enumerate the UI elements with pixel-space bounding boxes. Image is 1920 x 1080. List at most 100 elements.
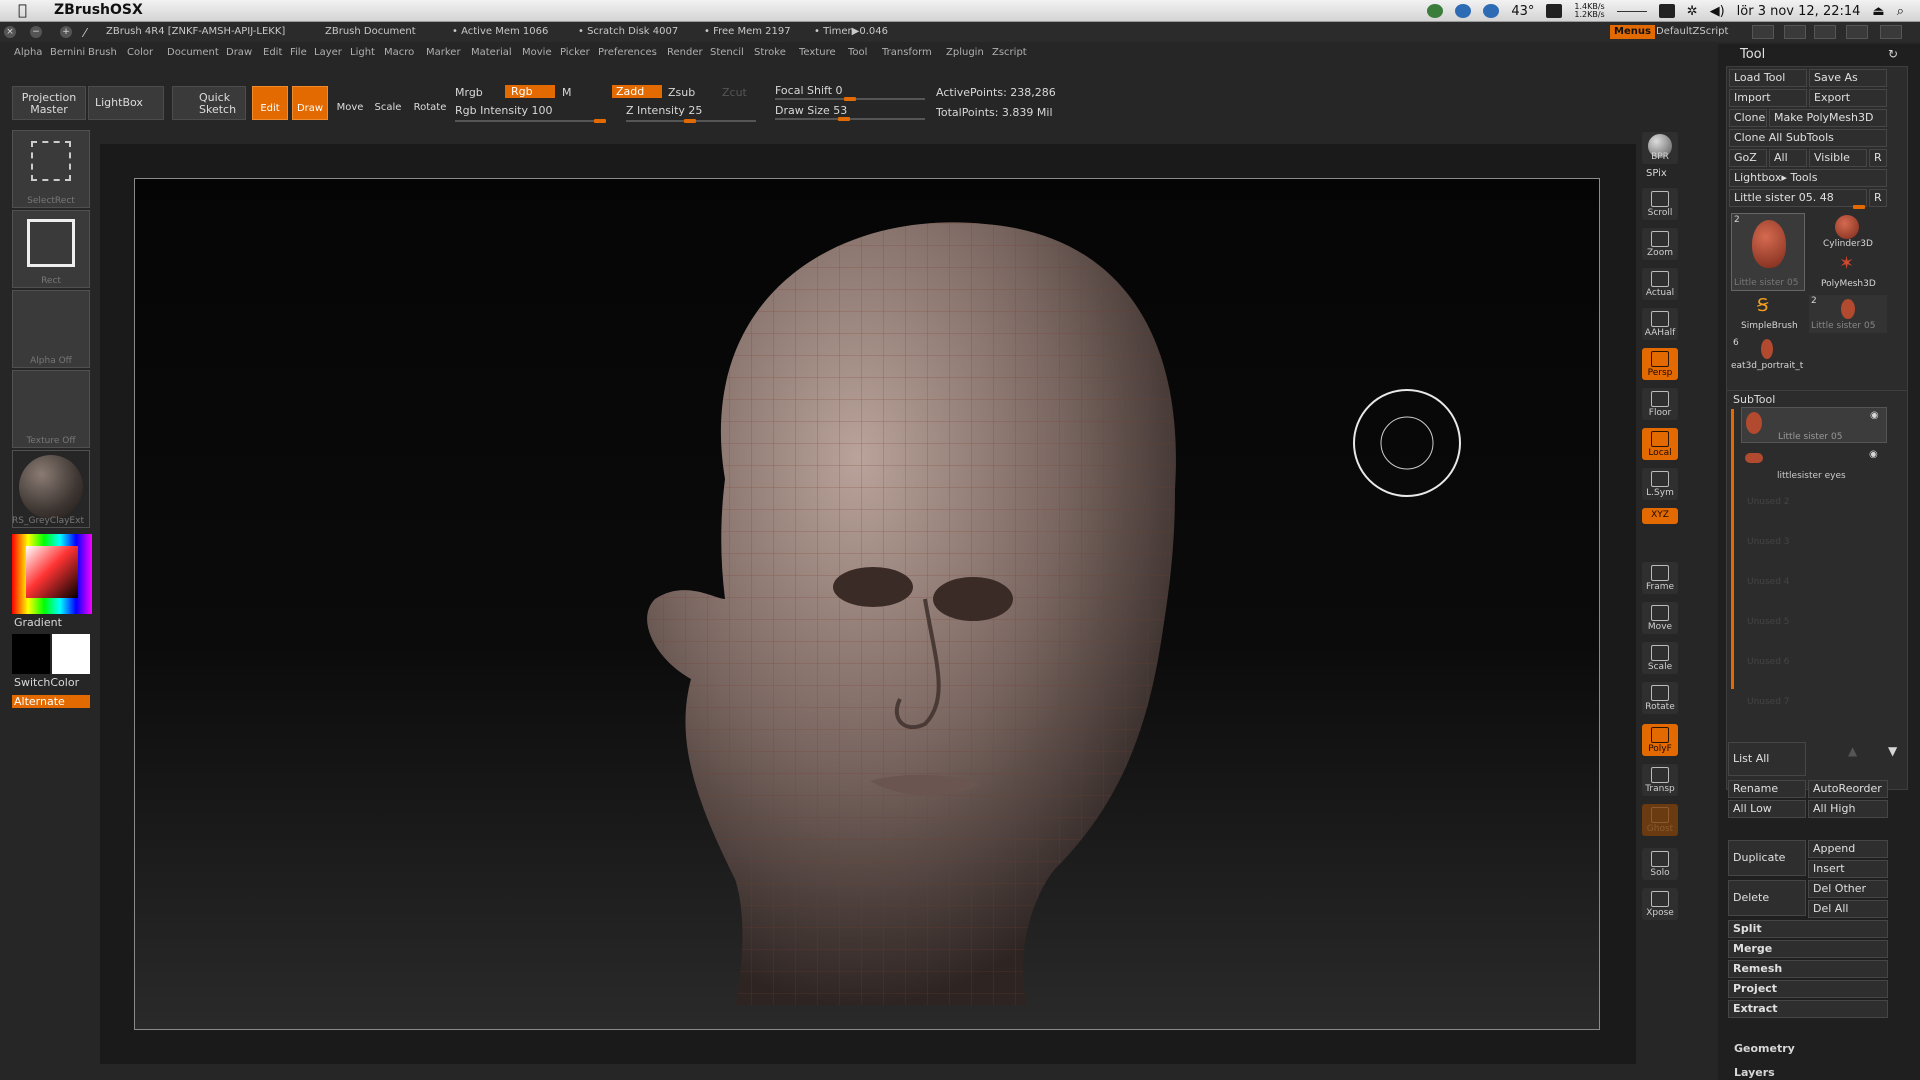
document-canvas[interactable] bbox=[134, 178, 1600, 1030]
z-intensity-slider[interactable]: Z Intensity 25 bbox=[626, 104, 702, 117]
layout-button[interactable] bbox=[1752, 25, 1774, 39]
rgb-button[interactable]: Rgb bbox=[505, 85, 555, 98]
zadd-button[interactable]: Zadd bbox=[612, 85, 662, 98]
gradient-label[interactable]: Gradient bbox=[14, 616, 62, 629]
layout-button-4[interactable] bbox=[1846, 25, 1868, 39]
head-model[interactable] bbox=[647, 222, 1176, 1005]
frame-button[interactable]: Frame bbox=[1642, 562, 1678, 594]
menu-material[interactable]: Material bbox=[471, 47, 512, 58]
subtool-item-eyes[interactable]: littlesister eyes ◉ bbox=[1741, 447, 1887, 483]
lightbox-button[interactable]: LightBox bbox=[88, 86, 164, 120]
menu-render[interactable]: Render bbox=[667, 47, 703, 58]
maximize-icon[interactable]: + bbox=[60, 26, 72, 38]
project-button[interactable]: Project bbox=[1728, 980, 1888, 998]
eject-icon[interactable]: ⏏ bbox=[1872, 4, 1884, 19]
menu-preferences[interactable]: Preferences bbox=[598, 47, 657, 58]
quick-sketch-button[interactable]: Quick Sketch bbox=[172, 86, 246, 120]
menu-texture[interactable]: Texture bbox=[799, 47, 836, 58]
xyz-button[interactable]: XYZ bbox=[1642, 508, 1678, 524]
close-icon[interactable]: × bbox=[4, 26, 16, 38]
subtool-unused[interactable]: Unused 2 bbox=[1747, 497, 1790, 507]
export-button[interactable]: Export bbox=[1809, 89, 1887, 107]
current-tool-knob[interactable] bbox=[1853, 205, 1865, 209]
rgb-intensity-track[interactable] bbox=[455, 120, 605, 122]
tool-thumb-simplebrush[interactable]: Ꞩ SimpleBrush bbox=[1731, 295, 1805, 333]
menu-marker[interactable]: Marker bbox=[426, 47, 461, 58]
rotate-view-button[interactable]: Rotate bbox=[1642, 682, 1678, 714]
layers-section[interactable]: Layers bbox=[1734, 1066, 1775, 1079]
solo-button[interactable]: Solo bbox=[1642, 848, 1678, 880]
subtool-unused[interactable]: Unused 4 bbox=[1747, 577, 1790, 587]
goz-visible-button[interactable]: Visible bbox=[1809, 149, 1867, 167]
all-low-button[interactable]: All Low bbox=[1728, 800, 1806, 818]
current-tool-r-button[interactable]: R bbox=[1869, 189, 1887, 207]
scale-view-button[interactable]: Scale bbox=[1642, 642, 1678, 674]
menu-layer[interactable]: Layer bbox=[314, 47, 342, 58]
list-all-button[interactable]: List All bbox=[1728, 742, 1806, 776]
spotlight-icon[interactable]: ⌕ bbox=[1897, 4, 1904, 19]
append-button[interactable]: Append bbox=[1808, 840, 1888, 858]
menu-stencil[interactable]: Stencil bbox=[710, 47, 744, 58]
menus-button[interactable]: Menus bbox=[1610, 25, 1655, 39]
apple-icon[interactable]:  bbox=[18, 1, 27, 19]
menu-draw[interactable]: Draw bbox=[226, 47, 252, 58]
subtool-scrollbar[interactable] bbox=[1731, 409, 1734, 689]
del-all-button[interactable]: Del All bbox=[1808, 900, 1888, 918]
bolt-icon[interactable] bbox=[1483, 4, 1500, 18]
menu-brush[interactable]: Brush bbox=[88, 47, 117, 58]
clone-button[interactable]: Clone bbox=[1729, 109, 1767, 127]
duplicate-button[interactable]: Duplicate bbox=[1728, 840, 1806, 876]
draw-size-knob[interactable] bbox=[838, 117, 850, 121]
del-other-button[interactable]: Del Other bbox=[1808, 880, 1888, 898]
reset-icon[interactable]: ↻ bbox=[1888, 47, 1898, 61]
rotate-axis-icons[interactable] bbox=[1642, 528, 1678, 558]
tool-thumb-little-sister[interactable]: 2 Little sister 05 bbox=[1731, 213, 1805, 291]
menu-document[interactable]: Document bbox=[167, 47, 219, 58]
minimize-icon[interactable]: − bbox=[30, 26, 42, 38]
zsub-button[interactable]: Zsub bbox=[668, 86, 695, 99]
import-button[interactable]: Import bbox=[1729, 89, 1807, 107]
split-button[interactable]: Split bbox=[1728, 920, 1888, 938]
merge-button[interactable]: Merge bbox=[1728, 940, 1888, 958]
local-button[interactable]: Local bbox=[1642, 428, 1678, 460]
spix-slider[interactable]: SPix bbox=[1646, 168, 1667, 179]
edit-button[interactable]: Edit bbox=[252, 86, 288, 120]
save-as-button[interactable]: Save As bbox=[1809, 69, 1887, 87]
projection-master-button[interactable]: Projection Master bbox=[12, 86, 86, 120]
default-zscript[interactable]: DefaultZScript bbox=[1656, 26, 1728, 37]
status-icon[interactable] bbox=[1427, 4, 1444, 18]
polyf-button[interactable]: PolyF bbox=[1642, 724, 1678, 756]
m-button[interactable]: M bbox=[562, 86, 572, 99]
move-view-button[interactable]: Move bbox=[1642, 602, 1678, 634]
tool-thumb-little-sister-2[interactable]: 2 Little sister 05 bbox=[1809, 295, 1887, 333]
subtool-unused[interactable]: Unused 3 bbox=[1747, 537, 1790, 547]
draw-button[interactable]: Draw bbox=[292, 86, 328, 120]
subtool-unused[interactable]: Unused 5 bbox=[1747, 617, 1790, 627]
aahalf-button[interactable]: AAHalf bbox=[1642, 308, 1678, 340]
secondary-color-swatch[interactable] bbox=[52, 634, 90, 674]
menu-file[interactable]: File bbox=[290, 47, 307, 58]
alternate-button[interactable]: Alternate bbox=[12, 695, 90, 708]
scale-button[interactable]: Scale bbox=[370, 86, 406, 120]
focal-shift-slider[interactable]: Focal Shift 0 bbox=[775, 84, 843, 97]
rgb-intensity-slider[interactable]: Rgb Intensity 100 bbox=[455, 104, 552, 117]
move-down-icon[interactable]: ▼ bbox=[1888, 744, 1897, 758]
insert-button[interactable]: Insert bbox=[1808, 860, 1888, 878]
subtool-unused[interactable]: Unused 7 bbox=[1747, 697, 1790, 707]
make-polymesh-button[interactable]: Make PolyMesh3D bbox=[1769, 109, 1887, 127]
bluetooth-icon[interactable]: ✲ bbox=[1687, 4, 1698, 19]
menu-light[interactable]: Light bbox=[350, 47, 375, 58]
lock-icon[interactable] bbox=[1880, 25, 1902, 39]
extract-button[interactable]: Extract bbox=[1728, 1000, 1888, 1018]
ghost-button[interactable]: Ghost bbox=[1642, 804, 1678, 836]
rgb-intensity-knob[interactable] bbox=[594, 119, 606, 123]
mrgb-button[interactable]: Mrgb bbox=[455, 86, 483, 99]
app-name[interactable]: ZBrushOSX bbox=[54, 2, 143, 18]
menu-alpha[interactable]: Alpha bbox=[14, 47, 42, 58]
delete-button[interactable]: Delete bbox=[1728, 880, 1806, 916]
menu-stroke[interactable]: Stroke bbox=[754, 47, 786, 58]
switch-color-button[interactable]: SwitchColor bbox=[14, 676, 79, 689]
menu-zscript[interactable]: Zscript bbox=[992, 47, 1027, 58]
subtool-unused[interactable]: Unused 6 bbox=[1747, 657, 1790, 667]
rename-button[interactable]: Rename bbox=[1728, 780, 1806, 798]
